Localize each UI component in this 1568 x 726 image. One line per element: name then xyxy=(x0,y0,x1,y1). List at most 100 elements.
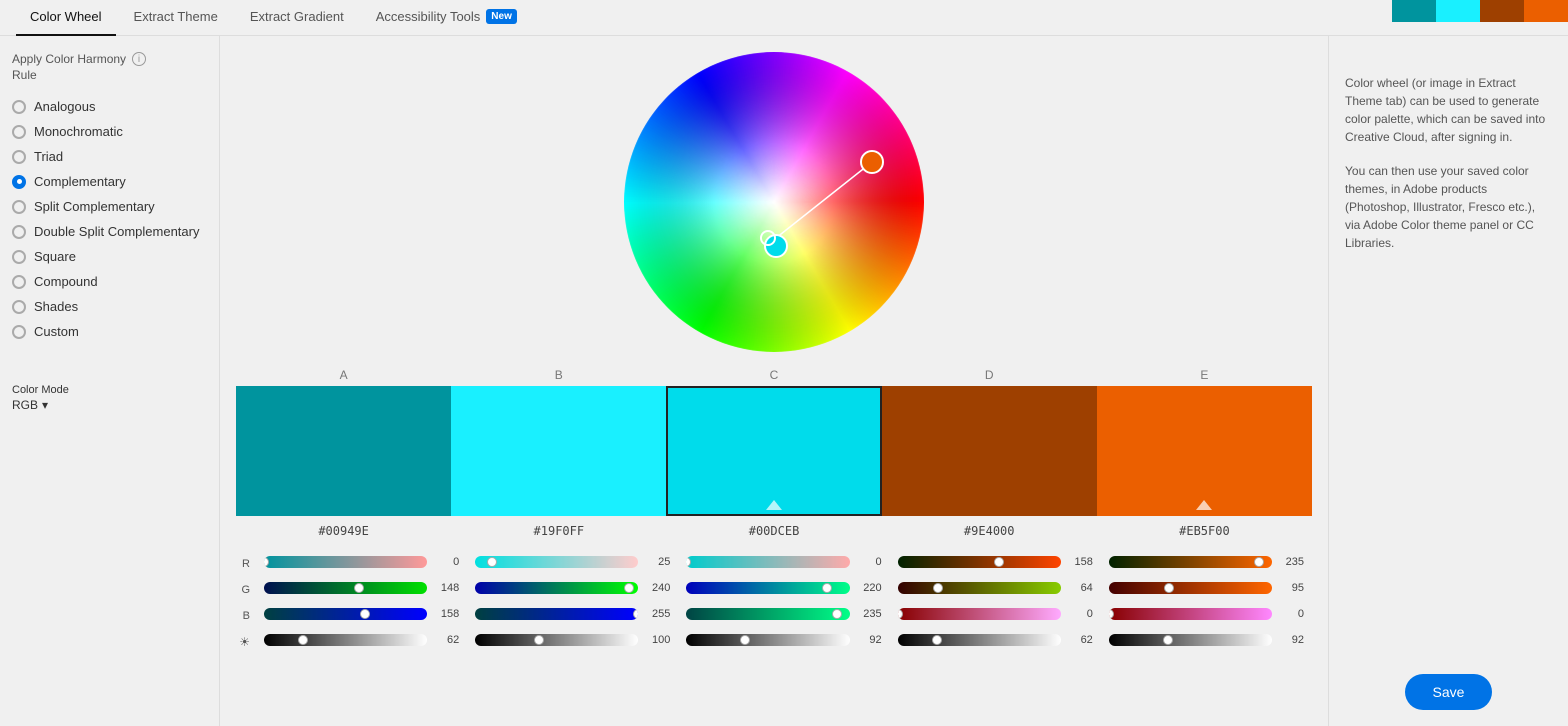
swatch-e[interactable] xyxy=(1097,386,1312,516)
thumb-e-r xyxy=(1254,557,1264,567)
slider-track-b-g[interactable] xyxy=(475,582,638,594)
slider-track-b-h[interactable] xyxy=(475,634,638,646)
radio-monochromatic[interactable]: Monochromatic xyxy=(12,119,207,144)
thumb-b-h xyxy=(534,635,544,645)
slider-b-g: 240 xyxy=(475,576,670,600)
radio-circle-triad xyxy=(12,150,26,164)
slider-track-b-b[interactable] xyxy=(475,608,638,620)
slider-e-r: 235 xyxy=(1109,550,1304,574)
swatch-label-b: B xyxy=(451,368,666,386)
slider-track-d-g[interactable] xyxy=(898,582,1061,594)
slider-track-b-r[interactable] xyxy=(475,556,638,568)
radio-analogous[interactable]: Analogous xyxy=(12,94,207,119)
slider-track-e-h[interactable] xyxy=(1109,634,1272,646)
radio-triad[interactable]: Triad xyxy=(12,144,207,169)
slider-track-d-b[interactable] xyxy=(898,608,1061,620)
val-c-g: 220 xyxy=(854,582,882,594)
radio-custom[interactable]: Custom xyxy=(12,319,207,344)
swatch-d[interactable] xyxy=(882,386,1097,516)
slider-e-g: 95 xyxy=(1109,576,1304,600)
tab-color-wheel[interactable]: Color Wheel xyxy=(16,0,116,36)
swatch-b[interactable] xyxy=(451,386,666,516)
radio-circle-split-complementary xyxy=(12,200,26,214)
thumb-e-g xyxy=(1164,583,1174,593)
swatch-a[interactable] xyxy=(236,386,451,516)
val-c-b: 235 xyxy=(854,608,882,620)
tab-extract-gradient[interactable]: Extract Gradient xyxy=(236,0,358,36)
swatch-label-d: D xyxy=(882,368,1097,386)
val-e-g: 95 xyxy=(1276,582,1304,594)
sliders-section: R G B ☀ xyxy=(236,550,1312,656)
slider-track-d-r[interactable] xyxy=(898,556,1061,568)
thumb-d-h xyxy=(932,635,942,645)
slider-track-a-b[interactable] xyxy=(264,608,427,620)
sliders-col-a: 0 148 158 xyxy=(256,550,467,656)
save-button[interactable]: Save xyxy=(1405,674,1493,710)
val-d-g: 64 xyxy=(1065,582,1093,594)
slider-d-h: 62 xyxy=(898,628,1093,652)
val-d-h: 62 xyxy=(1065,634,1093,646)
hex-d: #9E4000 xyxy=(882,524,1097,538)
r-label-row: R xyxy=(236,552,256,576)
slider-a-r: 0 xyxy=(264,550,459,574)
color-wheel-container[interactable] xyxy=(624,52,924,352)
tab-accessibility-tools[interactable]: Accessibility Tools New xyxy=(362,0,531,36)
b-label: B xyxy=(236,610,250,622)
wheel-handle-orange[interactable] xyxy=(860,150,884,174)
slider-track-a-h[interactable] xyxy=(264,634,427,646)
preview-swatch-c xyxy=(1480,0,1524,22)
slider-d-g: 64 xyxy=(898,576,1093,600)
slider-b-b: 255 xyxy=(475,602,670,626)
slider-track-e-b[interactable] xyxy=(1109,608,1272,620)
g-label: G xyxy=(236,584,250,596)
thumb-e-b xyxy=(1109,609,1114,619)
h-label-row: ☀ xyxy=(236,630,256,654)
hex-a: #00949E xyxy=(236,524,451,538)
slider-track-a-r[interactable] xyxy=(264,556,427,568)
swatch-c[interactable] xyxy=(666,386,881,516)
preview-swatch-a xyxy=(1392,0,1436,22)
radio-double-split-complementary[interactable]: Double Split Complementary xyxy=(12,219,207,244)
g-label-row: G xyxy=(236,578,256,602)
radio-circle-square xyxy=(12,250,26,264)
tab-extract-theme[interactable]: Extract Theme xyxy=(120,0,232,36)
radio-shades[interactable]: Shades xyxy=(12,294,207,319)
val-b-h: 100 xyxy=(642,634,670,646)
swatches-row xyxy=(236,386,1312,516)
slider-b-r: 25 xyxy=(475,550,670,574)
color-wheel-canvas[interactable] xyxy=(624,52,924,352)
slider-track-e-g[interactable] xyxy=(1109,582,1272,594)
harmony-rule-label: Rule xyxy=(12,68,207,82)
slider-track-c-g[interactable] xyxy=(686,582,849,594)
hex-labels-row: #00949E #19F0FF #00DCEB #9E4000 #EB5F00 xyxy=(236,524,1312,538)
hex-e: #EB5F00 xyxy=(1097,524,1312,538)
wheel-handle-inner xyxy=(760,230,776,246)
radio-square[interactable]: Square xyxy=(12,244,207,269)
color-mode-select[interactable]: RGB ▾ xyxy=(12,398,207,412)
thumb-d-r xyxy=(994,557,1004,567)
hex-c: #00DCEB xyxy=(666,524,881,538)
radio-complementary[interactable]: Complementary xyxy=(12,169,207,194)
slider-track-d-h[interactable] xyxy=(898,634,1061,646)
color-mode-label: Color Mode xyxy=(12,384,207,396)
val-b-r: 25 xyxy=(642,556,670,568)
slider-track-e-r[interactable] xyxy=(1109,556,1272,568)
val-d-b: 0 xyxy=(1065,608,1093,620)
slider-e-h: 92 xyxy=(1109,628,1304,652)
radio-circle-double-split xyxy=(12,225,26,239)
slider-track-c-r[interactable] xyxy=(686,556,849,568)
preview-swatch-d xyxy=(1524,0,1568,22)
hex-b: #19F0FF xyxy=(451,524,666,538)
slider-track-a-g[interactable] xyxy=(264,582,427,594)
slider-d-b: 0 xyxy=(898,602,1093,626)
radio-circle-monochromatic xyxy=(12,125,26,139)
slider-track-c-h[interactable] xyxy=(686,634,849,646)
slider-row-labels: R G B ☀ xyxy=(236,550,256,656)
radio-compound[interactable]: Compound xyxy=(12,269,207,294)
swatch-label-c: C xyxy=(666,368,881,386)
radio-split-complementary[interactable]: Split Complementary xyxy=(12,194,207,219)
slider-track-c-b[interactable] xyxy=(686,608,849,620)
right-description-1: Color wheel (or image in Extract Theme t… xyxy=(1345,74,1552,146)
info-icon[interactable]: i xyxy=(132,52,146,66)
swatch-label-e: E xyxy=(1097,368,1312,386)
